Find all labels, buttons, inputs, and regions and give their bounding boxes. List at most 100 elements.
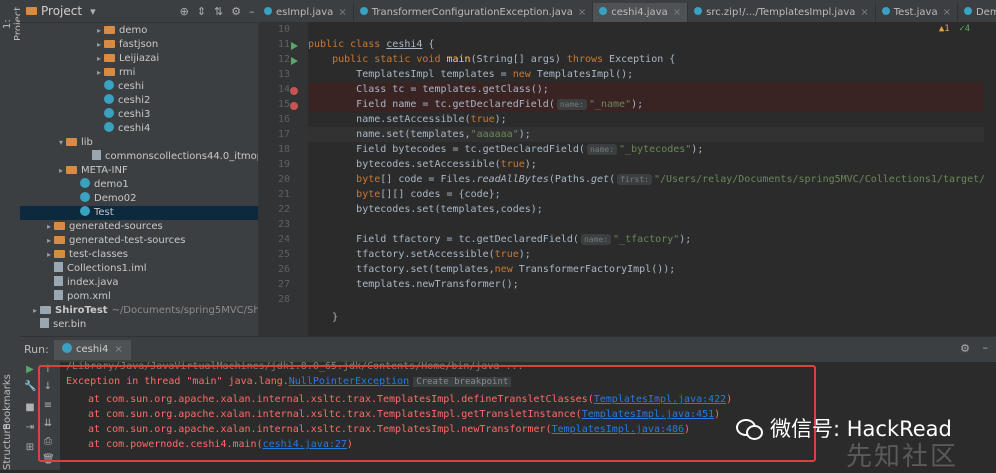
tree-item[interactable]: ▸ generated-test-sources [20,234,282,248]
rerun-icon[interactable]: ▶ [24,364,36,376]
locate-icon[interactable]: ⊕ [180,5,189,18]
tree-item[interactable]: pom.xml [20,290,282,304]
source-link[interactable]: ceshi4.java:27 [263,439,347,450]
run-gutter-icon[interactable] [291,42,298,50]
chevron-icon[interactable]: ▸ [94,52,104,66]
chevron-icon[interactable]: ▸ [94,66,104,80]
tree-item[interactable]: ▾ lib [20,136,294,150]
tree-item[interactable]: ▸ META-INF [20,164,294,178]
code-token: { [422,39,435,50]
editor-tab[interactable]: src.zip!/.../TemplatesImpl.java × [688,2,876,22]
gear-icon[interactable]: ⚙ [231,5,241,18]
create-breakpoint-button[interactable]: Create breakpoint [413,377,512,387]
expand-icon[interactable]: ⇅ [214,5,223,18]
tree-item[interactable]: ▸ generated-sources [20,220,282,234]
stack-frame-end: ) [346,439,353,450]
stack-frame: at com.powernode.ceshi4.main(ceshi4.java… [88,437,353,452]
stack-frame-text: at com.sun.org.apache.xalan.internal.xsl… [88,409,582,420]
code-editor[interactable]: ▲1 ✓4 public class ceshi4 { public stati… [308,22,984,336]
code-line-22: bytecodes.set(templates,codes); [308,202,984,217]
pin-icon[interactable]: ⊞ [24,442,36,454]
folder-icon [104,68,115,76]
file-type-icon [881,7,890,15]
close-icon[interactable]: × [578,7,586,18]
collapse-icon[interactable]: ⇕ [197,5,206,18]
close-icon[interactable]: × [943,7,951,18]
chevron-icon[interactable]: ▸ [94,38,104,52]
tree-item-label: fastjson [119,39,159,50]
editor-tab[interactable]: esImpl.java × [258,2,354,22]
editor-tab[interactable]: Demo02.class× [958,2,996,22]
tree-item-label: ShiroTest [55,305,108,316]
check-count[interactable]: ✓4 [959,24,970,34]
param-hint: name: [586,144,618,155]
source-link[interactable]: TemplatesImpl.java:422 [594,394,726,405]
tree-item[interactable]: ser.bin [20,318,268,332]
restore-layout-icon[interactable]: ⇥ [24,422,36,434]
structure-tool-tab[interactable]: Structure [2,423,18,470]
editor-tab-label: TransformerConfigurationException.java [371,7,573,18]
project-tool-tab[interactable]: 1: Project [2,4,24,44]
close-icon[interactable]: × [673,7,681,18]
run-tab[interactable]: ceshi4 × [54,340,131,360]
close-icon[interactable]: × [114,344,122,355]
breakpoint-icon[interactable] [290,87,298,95]
chevron-icon[interactable]: ▸ [44,248,54,262]
line-number: 12 [277,54,290,65]
chevron-down-icon[interactable]: ▾ [90,5,96,18]
code-token: true [470,114,495,125]
scroll-end-icon[interactable]: ⇊ [42,418,54,430]
source-link[interactable]: TemplatesImpl.java:451 [582,409,714,420]
soft-wrap-icon[interactable]: ≡ [42,400,54,412]
editor-scrollbar[interactable] [984,22,996,336]
line-number: 19 [277,159,290,170]
tree-item-label: demo [119,25,148,36]
minimize-icon[interactable]: – [249,5,255,18]
code-token: byte [356,189,381,200]
print-icon[interactable]: ⎙ [42,436,54,448]
minimize-icon[interactable]: – [983,341,989,354]
chevron-icon[interactable]: ▸ [44,234,54,248]
stop-icon[interactable]: ■ [24,402,36,414]
editor-tab[interactable]: ceshi4.java × [593,3,689,22]
tree-item[interactable]: ▸ test-classes [20,248,282,262]
trash-icon[interactable]: 🗑 [42,454,55,466]
line-number: 22 [277,204,290,215]
code-line-26: tfactory.set(templates,new TransformerFa… [308,262,984,277]
code-line-14: Class tc = templates.getClass(); [308,82,984,97]
chevron-icon[interactable]: ▸ [44,220,54,234]
close-icon[interactable]: × [860,7,868,18]
project-title[interactable]: Project [41,4,82,18]
line-number: 24 [277,234,290,245]
code-token: Field bytecodes = tc.getDeclaredField( [356,144,585,155]
gear-icon[interactable]: ⚙ [960,342,970,355]
source-link[interactable]: TemplatesImpl.java:486 [552,424,684,435]
editor-tab[interactable]: Test.java × [876,2,958,22]
up-arrow-icon[interactable]: ↑ [42,364,54,376]
code-token: (Paths. [548,174,591,185]
down-arrow-icon[interactable]: ↓ [42,381,54,393]
tree-item[interactable]: Collections1.iml [20,262,282,276]
close-icon[interactable]: × [338,7,346,18]
class-icon [62,343,72,353]
file-type-icon [963,7,972,15]
chevron-icon[interactable]: ▸ [30,304,40,318]
tree-item[interactable]: index.java [20,276,282,290]
exception-link[interactable]: NullPointerException [289,376,409,387]
tree-item[interactable]: ▸ ShiroTest ~/Documents/spring5MVC/ShiroTe… [20,304,292,318]
tree-item-label: Leijiazai [119,53,160,64]
inspection-widget[interactable]: ▲1 ✓4 [939,24,970,34]
line-number: 21 [277,189,290,200]
run-gutter-icon[interactable] [291,57,298,65]
code-token: [][] codes = {code}; [380,189,501,200]
chevron-icon[interactable]: ▸ [56,164,66,178]
breakpoint-icon[interactable] [290,102,298,110]
chevron-icon[interactable]: ▸ [94,24,104,38]
editor-tab[interactable]: TransformerConfigurationException.java × [354,2,594,22]
tree-item-label: index.java [67,277,119,288]
warning-count[interactable]: ▲1 [939,24,950,34]
file-type-icon [359,7,368,15]
wrench-icon[interactable]: 🔧 [24,381,36,393]
code-token: name.set(templates, [356,129,471,140]
chevron-icon[interactable]: ▾ [56,136,66,150]
